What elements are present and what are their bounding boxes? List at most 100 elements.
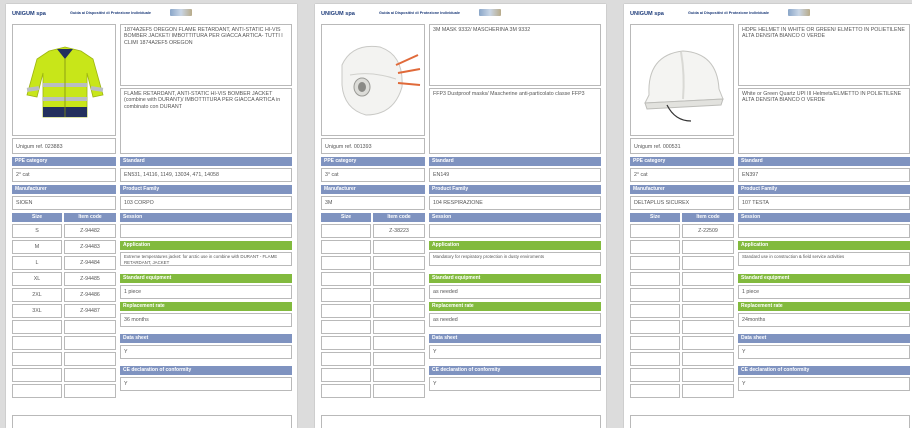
session-label: Session bbox=[738, 213, 910, 222]
product-title: 1874A2EF5 OREGON FLAME RETARDANT, ANTI-S… bbox=[120, 24, 292, 86]
standard-equipment-value: as needed bbox=[429, 285, 601, 299]
item-code-header: Item code bbox=[682, 213, 734, 222]
data-sheet-value: Y bbox=[120, 345, 292, 359]
product-family-value: 104 RESPIRAZIONE bbox=[429, 196, 601, 210]
session-value bbox=[429, 224, 601, 238]
brand-name: UNIGUM spa bbox=[321, 11, 355, 17]
size-cell bbox=[630, 240, 680, 254]
application-value: Mandatory for respiratory protection in … bbox=[429, 252, 601, 266]
product-image bbox=[12, 24, 116, 136]
item-code-cell bbox=[682, 352, 734, 366]
size-cell bbox=[321, 224, 371, 238]
size-cell bbox=[12, 368, 62, 382]
ppe-category-value: 3° cat bbox=[321, 168, 425, 182]
item-code-cell bbox=[682, 320, 734, 334]
product-family-label: Product Family bbox=[738, 185, 910, 194]
footer-box bbox=[12, 415, 292, 428]
application-label: Application bbox=[429, 241, 601, 250]
unigum-ref: Unigum ref. 023883 bbox=[12, 138, 116, 154]
guide-title: Guida ai Dispositivi di Protezione Indiv… bbox=[688, 11, 770, 15]
product-description: White or Green Quartz UPI III Helmets/EL… bbox=[738, 88, 910, 154]
size-cell: S bbox=[12, 224, 62, 238]
size-cell bbox=[630, 224, 680, 238]
size-cell bbox=[321, 352, 371, 366]
item-code-cell bbox=[64, 384, 116, 398]
item-code-header: Item code bbox=[373, 213, 425, 222]
manufacturer-label: Manufacturer bbox=[630, 185, 734, 194]
item-code-cell bbox=[64, 336, 116, 350]
size-cell bbox=[321, 256, 371, 270]
item-code-cell bbox=[64, 352, 116, 366]
application-value: Standard use in construction & field ser… bbox=[738, 252, 910, 266]
size-cell bbox=[321, 368, 371, 382]
unigum-ref: Unigum ref. 000531 bbox=[630, 138, 734, 154]
guide-title: Guida ai Dispositivi di Protezione Indiv… bbox=[70, 11, 152, 15]
item-code-cell bbox=[373, 256, 425, 270]
standard-equipment-label: Standard equipment bbox=[738, 274, 910, 283]
size-cell bbox=[630, 288, 680, 302]
item-code-cell: Z-22509 bbox=[682, 224, 734, 238]
size-cell: XL bbox=[12, 272, 62, 286]
item-code-cell bbox=[373, 240, 425, 254]
standard-equipment-value: 1 piece bbox=[120, 285, 292, 299]
data-sheet-label: Data sheet bbox=[429, 334, 601, 343]
item-code-cell: Z-94486 bbox=[64, 288, 116, 302]
data-sheet-label: Data sheet bbox=[738, 334, 910, 343]
standard-value: EN397 bbox=[738, 168, 910, 182]
size-cell bbox=[630, 368, 680, 382]
product-sheet: UNIGUM spa Guida ai Dispositivi di Prote… bbox=[315, 4, 606, 428]
footer-box bbox=[321, 415, 601, 428]
data-sheet-label: Data sheet bbox=[120, 334, 292, 343]
item-code-cell bbox=[373, 352, 425, 366]
item-code-cell bbox=[682, 304, 734, 318]
standard-label: Standard bbox=[738, 157, 910, 166]
product-title: 3M MASK 9332/ MASCHERINA 3M 9332 bbox=[429, 24, 601, 86]
item-code-cell bbox=[682, 336, 734, 350]
size-cell bbox=[630, 352, 680, 366]
sheet-header: UNIGUM spa Guida ai Dispositivi di Prote… bbox=[630, 8, 909, 22]
product-family-value: 107 TESTA bbox=[738, 196, 910, 210]
size-cell: L bbox=[12, 256, 62, 270]
ce-declaration-value: Y bbox=[738, 377, 910, 391]
replacement-rate-value: 24months bbox=[738, 313, 910, 327]
item-code-cell bbox=[682, 384, 734, 398]
sheet-header: UNIGUM spa Guida ai Dispositivi di Prote… bbox=[321, 8, 600, 22]
ce-declaration-value: Y bbox=[429, 377, 601, 391]
footer-box bbox=[630, 415, 910, 428]
ppe-category-label: PPE category bbox=[12, 157, 116, 166]
manufacturer-value: 3M bbox=[321, 196, 425, 210]
item-code-cell: Z-94487 bbox=[64, 304, 116, 318]
replacement-rate-label: Replacement rate bbox=[120, 302, 292, 311]
item-code-cell bbox=[373, 336, 425, 350]
item-code-cell bbox=[64, 320, 116, 334]
session-label: Session bbox=[429, 213, 601, 222]
guide-title: Guida ai Dispositivi di Protezione Indiv… bbox=[379, 11, 461, 15]
ppe-category-label: PPE category bbox=[321, 157, 425, 166]
item-code-cell: Z-94484 bbox=[64, 256, 116, 270]
item-code-cell bbox=[682, 240, 734, 254]
replacement-rate-label: Replacement rate bbox=[738, 302, 910, 311]
product-description: FLAME RETARDANT, ANTI-STATIC HI-VIS BOMB… bbox=[120, 88, 292, 154]
logo-icon bbox=[170, 9, 192, 16]
size-cell bbox=[630, 336, 680, 350]
standard-label: Standard bbox=[429, 157, 601, 166]
unigum-ref: Unigum ref. 001393 bbox=[321, 138, 425, 154]
logo-icon bbox=[479, 9, 501, 16]
size-cell bbox=[630, 304, 680, 318]
brand-name: UNIGUM spa bbox=[630, 11, 664, 17]
product-family-value: 103 CORPO bbox=[120, 196, 292, 210]
item-code-cell bbox=[64, 368, 116, 382]
product-image bbox=[630, 24, 734, 136]
item-code-cell bbox=[682, 368, 734, 382]
item-code-cell: Z-38223 bbox=[373, 224, 425, 238]
size-cell bbox=[630, 320, 680, 334]
size-cell bbox=[321, 304, 371, 318]
item-code-cell bbox=[373, 384, 425, 398]
standard-value: EN531, 14116, 1149, 13034, 471, 14058 bbox=[120, 168, 292, 182]
sheet-header: UNIGUM spa Guida ai Dispositivi di Prote… bbox=[12, 8, 291, 22]
ppe-category-value: 2° cat bbox=[630, 168, 734, 182]
size-cell bbox=[321, 336, 371, 350]
size-cell: 2XL bbox=[12, 288, 62, 302]
replacement-rate-value: 36 months bbox=[120, 313, 292, 327]
application-label: Application bbox=[738, 241, 910, 250]
